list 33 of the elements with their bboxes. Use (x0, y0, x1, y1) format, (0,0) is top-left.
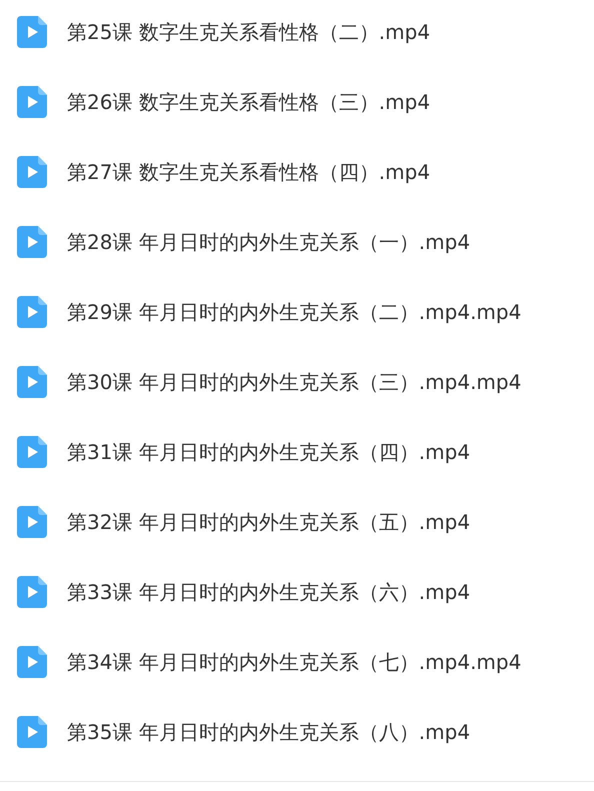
video-file-icon (17, 366, 47, 398)
video-file-icon (17, 576, 47, 608)
file-row[interactable]: 第32课 年月日时的内外生克关系（五）.mp4 (0, 490, 594, 560)
video-file-icon (17, 506, 47, 538)
file-name: 第27课 数字生克关系看性格（四）.mp4 (67, 158, 430, 186)
video-file-icon (17, 436, 47, 468)
file-row[interactable]: 第27课 数字生克关系看性格（四）.mp4 (0, 140, 594, 210)
file-row[interactable]: 第29课 年月日时的内外生克关系（二）.mp4.mp4 (0, 280, 594, 350)
video-file-icon (17, 646, 47, 678)
file-name: 第25课 数字生克关系看性格（二）.mp4 (67, 18, 430, 46)
file-name: 第35课 年月日时的内外生克关系（八）.mp4 (67, 718, 470, 746)
file-row[interactable]: 第25课 数字生克关系看性格（二）.mp4 (0, 0, 594, 70)
video-file-icon (17, 226, 47, 258)
file-row[interactable]: 第28课 年月日时的内外生克关系（一）.mp4 (0, 210, 594, 280)
file-name: 第31课 年月日时的内外生克关系（四）.mp4 (67, 438, 470, 466)
file-name: 第29课 年月日时的内外生克关系（二）.mp4.mp4 (67, 298, 522, 326)
file-row[interactable]: 第30课 年月日时的内外生克关系（三）.mp4.mp4 (0, 350, 594, 420)
file-row[interactable]: 第34课 年月日时的内外生克关系（七）.mp4.mp4 (0, 630, 594, 700)
file-row[interactable]: 第26课 数字生克关系看性格（三）.mp4 (0, 70, 594, 140)
file-name: 第30课 年月日时的内外生克关系（三）.mp4.mp4 (67, 368, 522, 396)
file-row[interactable]: 第35课 年月日时的内外生克关系（八）.mp4 (0, 700, 594, 770)
file-name: 第26课 数字生克关系看性格（三）.mp4 (67, 88, 430, 116)
file-name: 第32课 年月日时的内外生克关系（五）.mp4 (67, 508, 470, 536)
video-file-icon (17, 86, 47, 118)
video-file-icon (17, 716, 47, 748)
file-name: 第34课 年月日时的内外生克关系（七）.mp4.mp4 (67, 648, 522, 676)
file-row[interactable]: 第31课 年月日时的内外生克关系（四）.mp4 (0, 420, 594, 490)
video-file-icon (17, 16, 47, 48)
video-file-icon (17, 296, 47, 328)
file-row[interactable]: 第33课 年月日时的内外生克关系（六）.mp4 (0, 560, 594, 630)
file-name: 第28课 年月日时的内外生克关系（一）.mp4 (67, 228, 470, 256)
file-name: 第33课 年月日时的内外生克关系（六）.mp4 (67, 578, 470, 606)
video-file-icon (17, 156, 47, 188)
